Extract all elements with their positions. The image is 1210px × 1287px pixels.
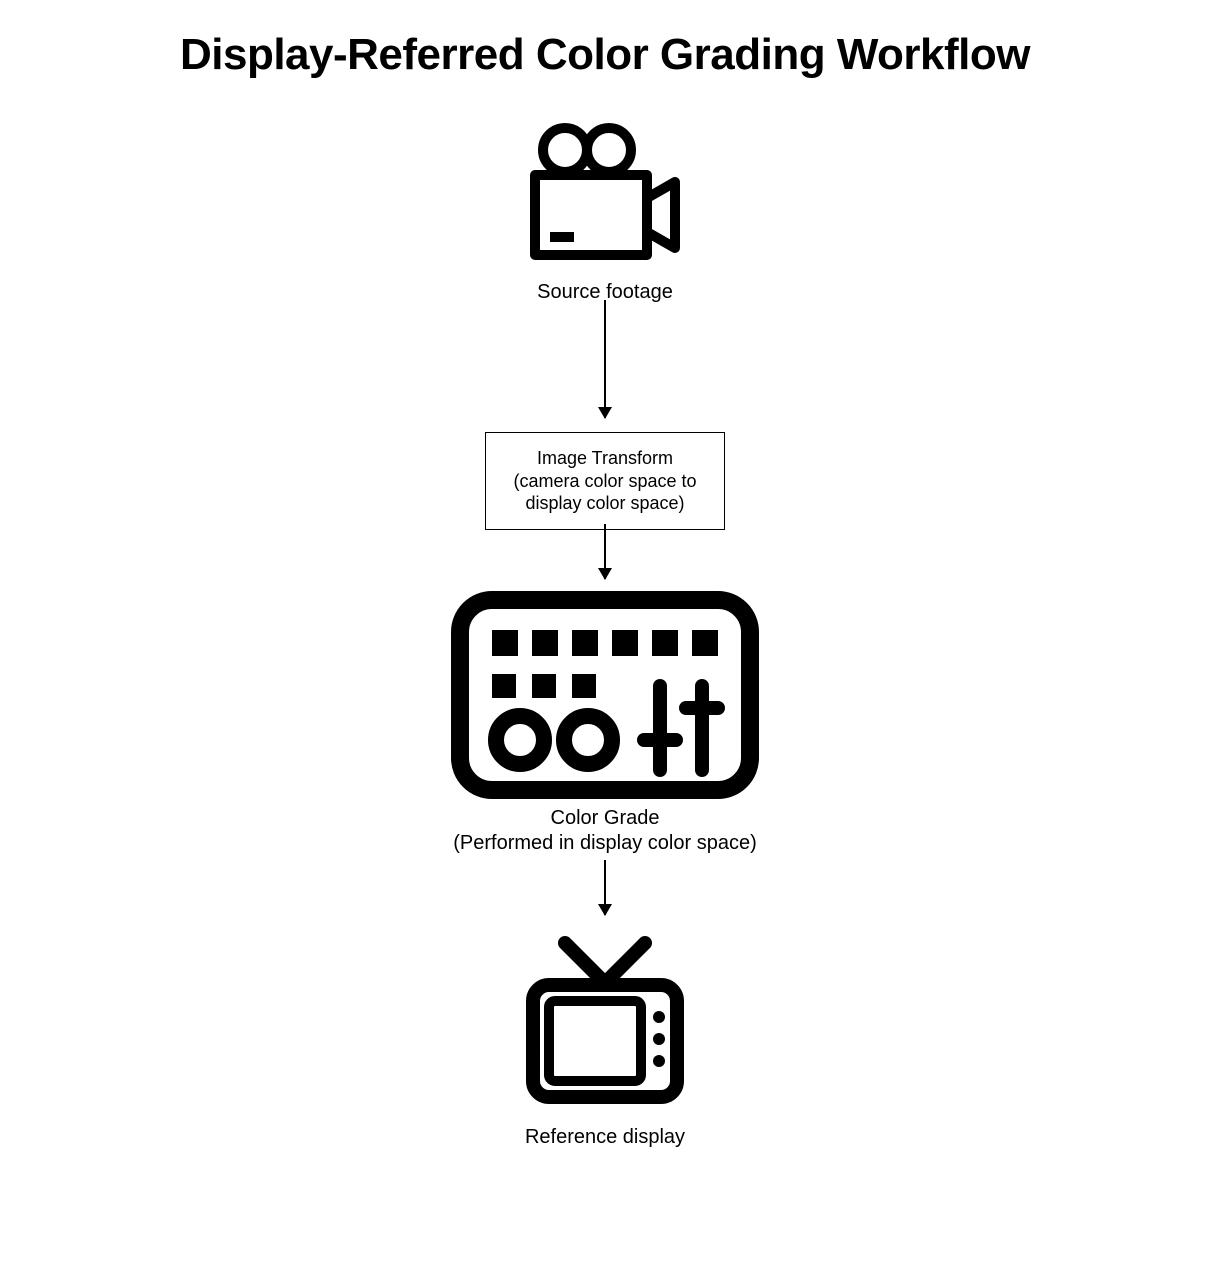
node-image-transform: Image Transform (camera color space to d… [485, 432, 725, 530]
control-panel-icon [450, 590, 760, 800]
node-color-grade: Color Grade (Performed in display color … [450, 590, 760, 856]
arrow-3 [604, 860, 606, 915]
arrow-2 [604, 524, 606, 579]
node-reference-display: Reference display [515, 925, 695, 1150]
transform-line3: display color space) [504, 492, 706, 515]
film-camera-icon [520, 120, 690, 270]
grade-line1: Color Grade [450, 806, 760, 831]
diagram-title: Display-Referred Color Grading Workflow [0, 30, 1210, 80]
arrow-1 [604, 300, 606, 418]
grade-line2: (Performed in display color space) [450, 831, 760, 856]
transform-line1: Image Transform [504, 447, 706, 470]
transform-line2: (camera color space to [504, 470, 706, 493]
reference-display-label: Reference display [515, 1125, 695, 1150]
node-source-footage: Source footage [520, 120, 690, 305]
tv-icon [515, 925, 695, 1115]
